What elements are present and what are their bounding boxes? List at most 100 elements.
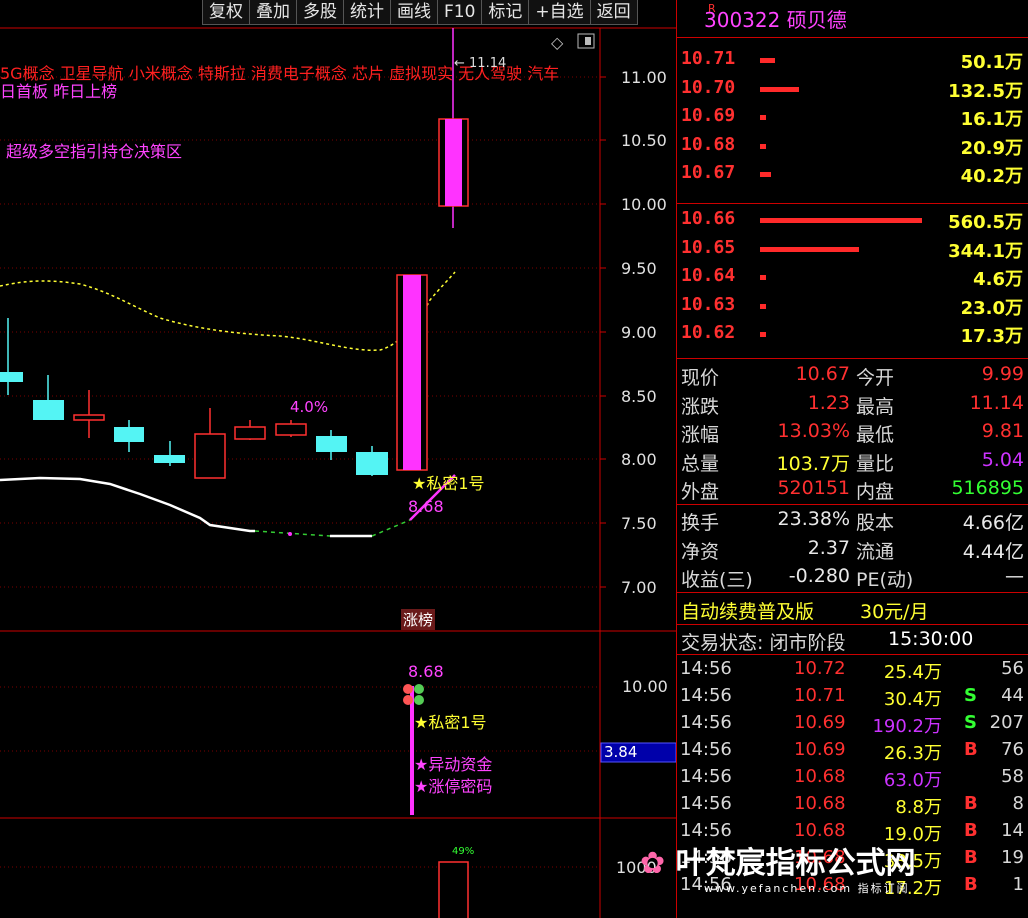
quote-value: 4.66亿: [962, 512, 1024, 534]
quote-row: 外盘 520151 内盘 516895: [680, 475, 1026, 503]
tick-side: S: [964, 712, 977, 733]
toolbar-button-0[interactable]: 复权: [202, 0, 250, 25]
toolbar-button-6[interactable]: 标记: [481, 0, 530, 25]
quote-row: 涨幅 13.03% 最低 9.81: [680, 418, 1026, 446]
tick-side: B: [964, 874, 978, 895]
quote-value: 9.81: [981, 420, 1024, 442]
orderbook-bar: [760, 303, 767, 309]
tick-time: 14:56: [680, 739, 732, 760]
quote-value: —: [1005, 565, 1024, 587]
sub-value: 8.68: [408, 662, 444, 681]
tick-row: 14:56 10.69 26.3万 B 76: [680, 737, 1026, 764]
orderbook-volume: 344.1万: [948, 240, 1023, 262]
orderbook-row[interactable]: 10.64 4.6万: [680, 262, 1026, 290]
orderbook-row[interactable]: 10.70 132.5万: [680, 74, 1026, 102]
tick-price: 10.68: [794, 793, 846, 814]
quote-value: 103.7万: [776, 452, 850, 475]
orderbook-price: 10.68: [681, 133, 736, 155]
tick-row: 14:56 10.69 190.2万 S 207: [680, 710, 1026, 737]
orderbook-bar: [760, 332, 766, 337]
orderbook-row[interactable]: 10.69 16.1万: [680, 102, 1026, 130]
toolbar-button-8[interactable]: 返回: [589, 0, 638, 25]
orderbook-bar: [760, 218, 922, 223]
tick-volume: 8.8万: [895, 797, 942, 818]
watermark: ✿ 叶梵宸指标公式网: [640, 846, 916, 881]
orderbook-volume: 23.0万: [960, 297, 1023, 319]
quote-label: 涨跌: [681, 395, 720, 418]
toolbar-button-1[interactable]: 叠加: [249, 0, 297, 25]
tick-count: 58: [1001, 766, 1024, 787]
orderbook-volume: 560.5万: [948, 212, 1023, 233]
orderbook-price: 10.66: [681, 208, 736, 229]
toolbar: 复权 叠加 多股 统计 画线 F10 标记 +自选 返回: [202, 0, 638, 26]
toolbar-button-4[interactable]: 画线: [390, 0, 438, 25]
orderbook-bar: [760, 275, 766, 280]
orderbook-row[interactable]: 10.71 50.1万: [680, 45, 1026, 73]
tick-volume: 30.4万: [883, 689, 942, 710]
quote-value: -0.280: [788, 565, 850, 587]
quote-value: 10.67: [795, 363, 850, 385]
orderbook-row[interactable]: 10.62 17.3万: [680, 319, 1026, 347]
orderbook-price: 10.71: [681, 48, 736, 69]
toolbar-button-2[interactable]: 多股: [296, 0, 344, 25]
quote-value: 4.44亿: [962, 540, 1024, 563]
trade-status: 交易状态: 闭市阶段 15:30:00: [680, 626, 1026, 654]
quote-value: 1.23: [807, 391, 850, 414]
quote-value: 13.03%: [777, 420, 850, 442]
tick-time: 14:56: [680, 658, 732, 679]
tick-count: 8: [1012, 793, 1024, 814]
quote-label: 今开: [856, 367, 895, 389]
orderbook-price: 10.65: [681, 236, 736, 258]
orderbook-volume: 20.9万: [960, 137, 1023, 159]
tick-time: 14:56: [680, 793, 732, 814]
price-tick: 9.00: [621, 323, 657, 342]
quote-value: 2.37: [807, 536, 850, 559]
toolbar-button-5[interactable]: F10: [437, 0, 483, 25]
tick-price: 10.71: [794, 685, 846, 706]
quote-label: 股本: [856, 512, 895, 534]
orderbook-price: 10.63: [681, 293, 736, 315]
toolbar-button-3[interactable]: 统计: [343, 0, 391, 25]
tick-row: 14:56 10.71 30.4万 S 44: [680, 683, 1026, 710]
orderbook-row[interactable]: 10.66 560.5万: [680, 205, 1026, 233]
quote-value: 516895: [951, 477, 1024, 499]
stock-title[interactable]: 300322 硕贝德: [704, 4, 847, 33]
orderbook-price: 10.62: [681, 322, 736, 343]
sub-signal-1: ★私密1号: [414, 713, 487, 732]
tick-price: 10.68: [794, 766, 846, 787]
quote-value: 11.14: [969, 391, 1024, 414]
orderbook-row[interactable]: 10.67 40.2万: [680, 159, 1026, 187]
signal-value-main: 8.68: [408, 497, 444, 516]
high-price-label: ← 11.14: [454, 56, 507, 71]
orderbook-row[interactable]: 10.68 20.9万: [680, 131, 1026, 159]
quote-label: 收益(三): [681, 569, 753, 591]
orderbook-row[interactable]: 10.63 23.0万: [680, 291, 1026, 319]
orderbook-row[interactable]: 10.65 344.1万: [680, 234, 1026, 262]
tick-volume: 26.3万: [883, 743, 942, 764]
orderbook-volume: 16.1万: [960, 109, 1023, 130]
quote-label: 内盘: [856, 481, 895, 503]
tick-time: 14:56: [680, 685, 732, 706]
quote-value: 5.04: [981, 448, 1024, 471]
tick-volume: 25.4万: [883, 662, 942, 683]
tick-count: 56: [1001, 658, 1024, 679]
tick-count: 1: [1012, 874, 1024, 895]
quote-label: 最高: [856, 395, 895, 418]
orderbook-price: 10.67: [681, 162, 736, 183]
quote-label: 外盘: [681, 481, 720, 503]
ma-yellow-line: [0, 271, 456, 351]
quote-label: 流通: [856, 540, 895, 563]
limit-up-tag: 涨榜: [401, 609, 436, 630]
tick-count: 19: [1001, 847, 1024, 868]
orderbook-volume: 40.2万: [960, 166, 1023, 187]
toolbar-button-7[interactable]: +自选: [528, 0, 591, 25]
quote-label: 量比: [856, 452, 895, 475]
ma-green-dash: [254, 530, 331, 537]
quote-row: 总量 103.7万 量比 5.04: [680, 447, 1026, 475]
strategy-label: 超级多空指引持仓决策区: [6, 142, 183, 161]
quote-label: 涨幅: [681, 424, 720, 446]
signal-label-main: ★私密1号: [412, 474, 485, 493]
promo-text: 自动续费普及版: [681, 601, 815, 623]
quote-label: 现价: [681, 367, 720, 389]
promo-banner[interactable]: 自动续费普及版 30元/月: [680, 595, 1026, 623]
